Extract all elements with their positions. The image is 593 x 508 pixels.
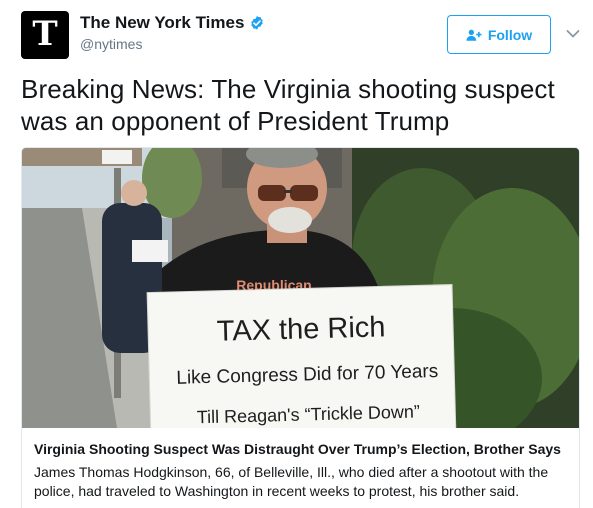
nyt-logo: T (32, 14, 58, 54)
sign-line-1: TAX the Rich (216, 311, 385, 347)
card-image[interactable]: Republican TAX the Rich Like Congress Di… (22, 148, 579, 428)
card-headline[interactable]: Virginia Shooting Suspect Was Distraught… (34, 441, 574, 457)
card-description: James Thomas Hodgkinson, 66, of Bellevil… (34, 464, 549, 499)
author-display-name[interactable]: The New York Times (80, 13, 265, 33)
chevron-down-icon[interactable] (566, 29, 580, 39)
follow-user-icon (466, 29, 482, 41)
author-handle[interactable]: @nytimes (80, 36, 142, 52)
follow-button-label: Follow (487, 26, 533, 43)
avatar[interactable]: T (21, 11, 69, 59)
tweet-text: Breaking News: The Virginia shooting sus… (21, 74, 555, 136)
display-name-text[interactable]: The New York Times (80, 13, 244, 33)
verified-badge-icon (251, 16, 264, 30)
tweet: T The New York Times @nytimes Follow Bre… (0, 0, 593, 508)
follow-button[interactable]: Follow (447, 15, 551, 54)
link-card[interactable]: Republican TAX the Rich Like Congress Di… (21, 147, 580, 508)
protest-photo: Republican TAX the Rich Like Congress Di… (22, 148, 579, 428)
